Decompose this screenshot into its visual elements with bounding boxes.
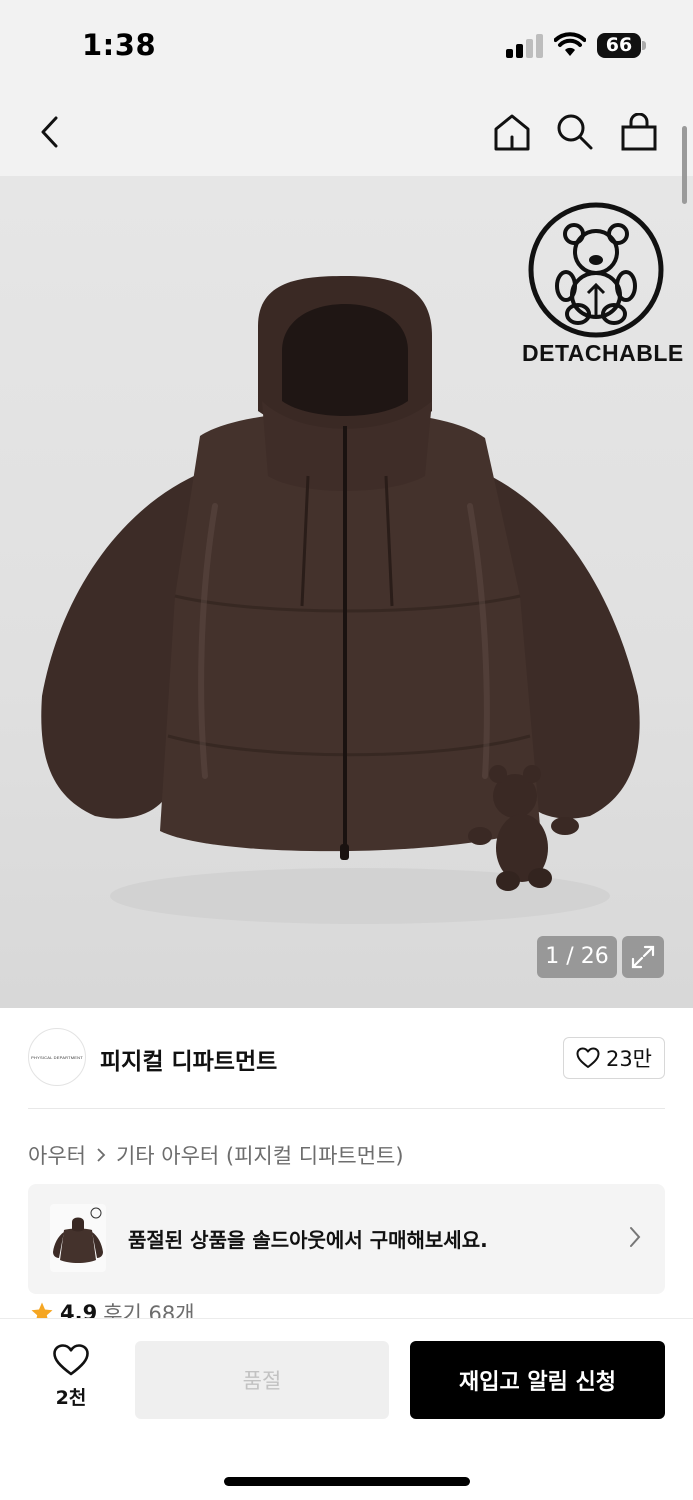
- search-icon: [557, 114, 593, 150]
- search-button[interactable]: [551, 108, 599, 156]
- bottom-action-bar: 2천 품절 재입고 알림 신청: [0, 1318, 693, 1500]
- wishlist-count: 2천: [55, 1387, 87, 1409]
- top-nav-bar: [0, 88, 693, 176]
- brand-logo-text: PHYSICAL DEPARTMENT: [31, 1054, 83, 1060]
- teddy-bear-icon: [528, 202, 664, 338]
- product-image-gallery[interactable]: DETACHABLE 1 / 26: [0, 176, 693, 1008]
- back-button[interactable]: [26, 108, 74, 156]
- restock-alert-button[interactable]: 재입고 알림 신청: [410, 1341, 665, 1419]
- home-indicator[interactable]: [224, 1477, 470, 1486]
- expand-icon: [631, 945, 655, 969]
- brand-like-count: 23만: [605, 1047, 652, 1071]
- chevron-right-icon: [630, 1227, 641, 1247]
- brand-name[interactable]: 피지컬 디파트먼트: [100, 1042, 277, 1076]
- heart-icon: [53, 1344, 89, 1376]
- heart-icon: [576, 1047, 600, 1068]
- home-icon: [494, 114, 530, 151]
- breadcrumb-other-outer[interactable]: 기타 아우터 (피지컬 디파트먼트): [116, 1140, 404, 1170]
- detachable-label: DETACHABLE: [522, 340, 684, 366]
- divider: [28, 1108, 665, 1109]
- status-time: 1:38: [82, 28, 157, 62]
- soldout-banner[interactable]: 품절된 상품을 솔드아웃에서 구매해보세요.: [28, 1184, 665, 1294]
- soldout-product-thumbnail: [50, 1204, 106, 1272]
- shopping-bag-icon: [621, 113, 657, 151]
- wishlist-button[interactable]: 2천: [40, 1343, 102, 1419]
- home-button[interactable]: [488, 108, 536, 156]
- chevron-right-icon: [97, 1148, 106, 1162]
- cart-button[interactable]: [615, 108, 663, 156]
- brand-logo[interactable]: PHYSICAL DEPARTMENT: [28, 1028, 86, 1086]
- expand-image-button[interactable]: [622, 936, 664, 978]
- scrollbar-thumb[interactable]: [682, 126, 687, 204]
- wifi-icon: [554, 32, 586, 56]
- breadcrumb-outer[interactable]: 아우터: [28, 1140, 86, 1170]
- soldout-banner-text: 품절된 상품을 솔드아웃에서 구매해보세요.: [128, 1228, 488, 1252]
- soldout-button: 품절: [135, 1341, 389, 1419]
- brand-row[interactable]: PHYSICAL DEPARTMENT 피지컬 디파트먼트 23만: [28, 1026, 665, 1088]
- breadcrumb: 아우터 기타 아우터 (피지컬 디파트먼트): [28, 1140, 404, 1170]
- back-chevron-icon: [41, 116, 58, 148]
- battery-icon: 66: [597, 33, 647, 58]
- brand-like-button[interactable]: 23만: [562, 1037, 665, 1079]
- status-bar: 1:38 66: [0, 0, 693, 88]
- image-counter: 1 / 26: [537, 936, 617, 978]
- signal-icon: [506, 34, 544, 58]
- detachable-badge: DETACHABLE: [522, 200, 684, 370]
- battery-level: 66: [597, 33, 641, 58]
